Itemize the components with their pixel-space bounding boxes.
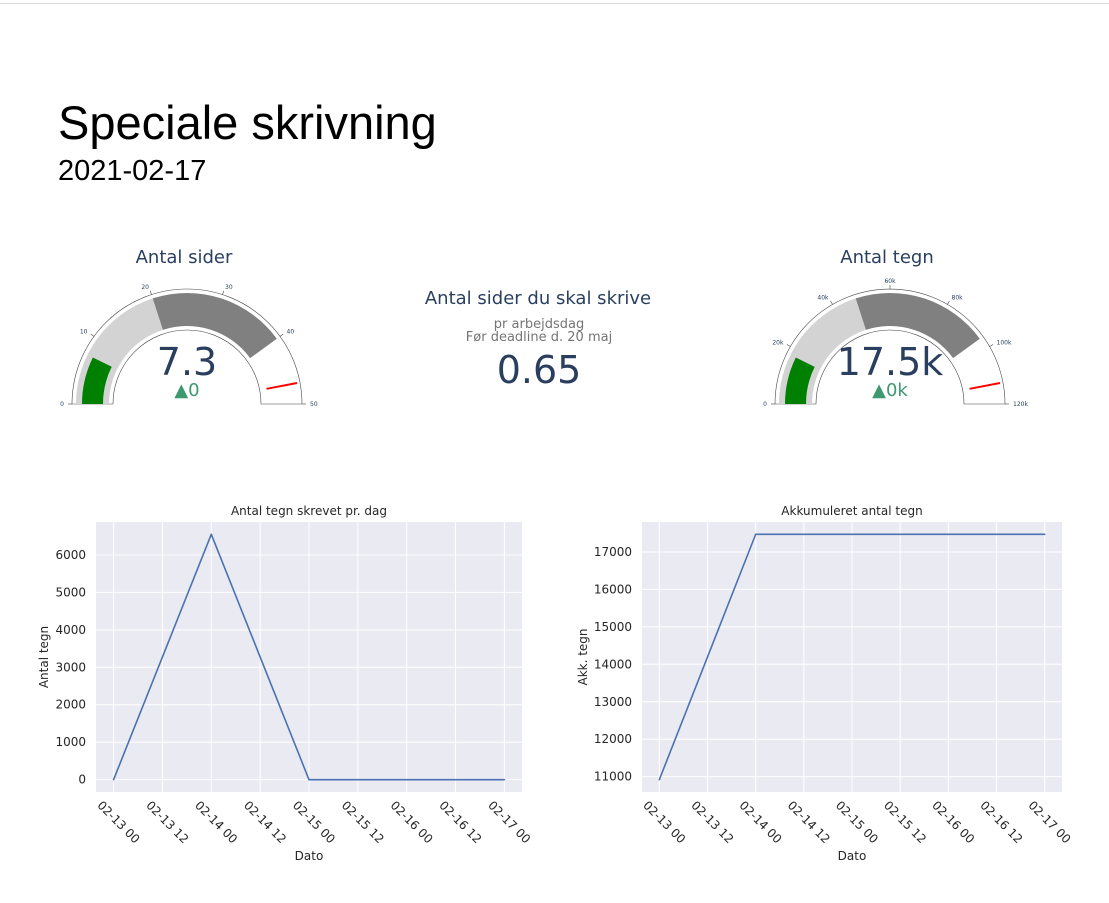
y-tick-label: 1000 (55, 735, 86, 749)
indicator-subtitle-2: Før deadline d. 20 maj (466, 330, 612, 345)
gauge-tick-label: 40k (817, 294, 829, 301)
page-date: 2021-02-17 (58, 155, 207, 187)
data-point (658, 778, 661, 781)
x-tick-label: 02-17 00 (485, 798, 533, 846)
gauge-tick-label: 0 (763, 401, 767, 408)
y-tick-label: 11000 (594, 770, 632, 784)
gauge-tick-label: 50 (310, 401, 318, 408)
gauge-antal-sider: Antal sider 0 10 20 30 40 50 7.3 ▲0 (60, 247, 318, 408)
data-point (405, 778, 408, 781)
x-tick-label: 02-13 00 (640, 798, 688, 846)
y-tick-label: 6000 (55, 548, 86, 562)
gauge-tick-label: 60k (884, 278, 896, 285)
x-tick-label: 02-14 12 (241, 798, 289, 846)
chart-daily-characters: Antal tegn skrevet pr. dag Dato Antal te… (37, 504, 533, 863)
gauge-tick-mark (149, 290, 152, 295)
gauge-tick-label: 80k (952, 294, 964, 301)
gauge-title: Antal tegn (840, 247, 934, 268)
plot-area (642, 522, 1062, 792)
gauge-tick-label: 100k (997, 340, 1012, 347)
gauge-tick-label: 0 (60, 401, 64, 408)
x-tick-label: 02-13 12 (688, 798, 736, 846)
gauge-antal-tegn: Antal tegn 0 20k 40k 60k 80k 100k 120k 17.5k ▲… (763, 247, 1028, 408)
gauge-tick-label: 30 (225, 284, 233, 291)
x-tick-label: 02-15 00 (290, 798, 338, 846)
x-tick-label: 02-16 12 (436, 798, 484, 846)
x-tick-label: 02-15 12 (881, 798, 929, 846)
x-tick-label: 02-14 12 (785, 798, 833, 846)
top-divider (0, 3, 1109, 4)
gauge-tick-mark (222, 290, 225, 295)
gauge-title: Antal sider (136, 247, 233, 268)
gauge-value: 7.3 (157, 340, 217, 384)
page-title: Speciale skrivning (58, 96, 437, 149)
data-point (503, 778, 506, 781)
gauge-tick-mark (90, 333, 95, 337)
data-point (112, 778, 115, 781)
indicator-pages-remaining: Antal sider du skal skrive pr arbejdsdag… (425, 288, 651, 392)
y-tick-label: 5000 (55, 585, 86, 599)
gauge-tick-label: 10 (80, 329, 88, 336)
data-point (1043, 533, 1046, 536)
gauge-tick-mark (279, 333, 284, 337)
x-tick-label: 02-17 00 (1026, 798, 1074, 846)
y-tick-label: 4000 (55, 623, 86, 637)
gauge-delta: ▲0k (872, 380, 908, 401)
gauge-delta: ▲0 (174, 380, 199, 401)
plot-area (96, 522, 522, 792)
data-point (210, 533, 213, 536)
data-point (851, 533, 853, 536)
x-axis-label: Dato (838, 849, 867, 863)
y-tick-label: 12000 (594, 732, 632, 746)
data-point (754, 533, 757, 536)
x-tick-label: 02-15 12 (339, 798, 387, 846)
y-tick-label: 3000 (55, 660, 86, 674)
gauge-tick-mark (830, 300, 833, 305)
gauge-tick-label: 120k (1013, 401, 1028, 408)
chart-title: Antal tegn skrevet pr. dag (231, 504, 387, 518)
indicator-value: 0.65 (497, 348, 582, 392)
y-tick-label: 15000 (594, 620, 632, 634)
chart-title: Akkumuleret antal tegn (781, 504, 922, 518)
gauge-tick-mark (786, 344, 791, 347)
y-tick-label: 2000 (55, 698, 86, 712)
y-tick-label: 16000 (594, 582, 632, 596)
x-tick-label: 02-16 00 (388, 798, 436, 846)
x-tick-label: 02-14 00 (737, 798, 785, 846)
x-tick-label: 02-16 12 (977, 798, 1025, 846)
x-tick-label: 02-14 00 (192, 798, 240, 846)
x-tick-label: 02-13 00 (94, 798, 142, 846)
x-tick-label: 02-15 00 (833, 798, 881, 846)
gauge-tick-mark (989, 344, 994, 347)
gauge-value: 17.5k (837, 340, 944, 384)
y-tick-label: 17000 (594, 545, 632, 559)
y-tick-label: 14000 (594, 657, 632, 671)
data-point (947, 533, 950, 536)
data-point (308, 778, 310, 781)
gauge-tick-mark (947, 300, 950, 305)
chart-accumulated-characters: Akkumuleret antal tegn Dato Akk. tegn 11… (576, 504, 1074, 863)
y-axis-label: Akk. tegn (576, 628, 590, 685)
x-tick-label: 02-16 00 (929, 798, 977, 846)
x-tick-label: 02-13 12 (143, 798, 191, 846)
indicator-title: Antal sider du skal skrive (425, 288, 651, 309)
y-axis-label: Antal tegn (37, 626, 51, 688)
y-tick-label: 0 (78, 773, 86, 787)
gauge-tick-label: 40 (287, 329, 295, 336)
gauge-tick-label: 20 (141, 284, 149, 291)
x-axis-label: Dato (295, 849, 324, 863)
gauge-tick-label: 20k (772, 340, 784, 347)
y-tick-label: 13000 (594, 695, 632, 709)
